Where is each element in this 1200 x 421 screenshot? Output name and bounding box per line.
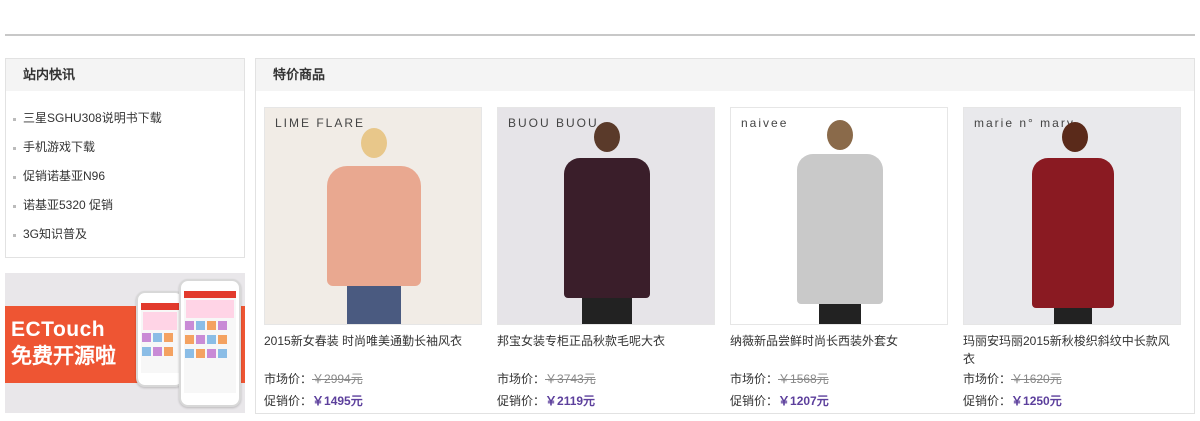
market-price: ￥1620元	[1011, 372, 1062, 386]
site-news-panel: 站内快讯 三星SGHU308说明书下载 手机游戏下载 促销诺基亚N96 诺基亚5…	[5, 58, 245, 258]
promo-subtitle: 免费开源啦	[11, 345, 116, 368]
promo-price-label: 促销价：	[730, 394, 779, 408]
special-products-panel: 特价商品 LIME FLARE 2015新女春装 时尚唯美通勤长袖风衣 市场价：…	[255, 58, 1195, 414]
special-products-title: 特价商品	[256, 59, 1194, 91]
product-name[interactable]: 纳薇新品尝鲜时尚长西装外套女	[730, 332, 948, 368]
product-name[interactable]: 邦宝女装专柜正品秋款毛呢大衣	[497, 332, 715, 368]
product-name[interactable]: 2015新女春装 时尚唯美通勤长袖风衣	[264, 332, 482, 368]
news-item[interactable]: 手机游戏下载	[6, 133, 244, 162]
product-card[interactable]: LIME FLARE 2015新女春装 时尚唯美通勤长袖风衣 市场价：￥2994…	[264, 107, 482, 412]
promo-price: ￥2119元	[545, 394, 596, 408]
product-image[interactable]: BUOU BUOU	[497, 107, 715, 325]
promo-title: ECTouch	[11, 318, 106, 341]
market-price-label: 市场价：	[264, 372, 313, 386]
product-image[interactable]: naivee	[730, 107, 948, 325]
news-item[interactable]: 三星SGHU308说明书下载	[6, 104, 244, 133]
market-price-label: 市场价：	[497, 372, 546, 386]
product-card[interactable]: marie n° mary 玛丽安玛丽2015新秋梭织斜纹中长款风衣 市场价：￥…	[963, 107, 1181, 412]
promo-price: ￥1250元	[1011, 394, 1062, 408]
news-item[interactable]: 促销诺基亚N96	[6, 162, 244, 191]
promo-price-label: 促销价：	[264, 394, 313, 408]
product-image[interactable]: LIME FLARE	[264, 107, 482, 325]
brand-logo: naivee	[741, 116, 789, 130]
promo-price-label: 促销价：	[497, 394, 546, 408]
promo-price: ￥1495元	[312, 394, 363, 408]
product-card[interactable]: BUOU BUOU 邦宝女装专柜正品秋款毛呢大衣 市场价：￥3743元 促销价：…	[497, 107, 715, 412]
garment	[564, 158, 650, 298]
market-price: ￥1568元	[778, 372, 829, 386]
brand-logo: marie n° mary	[974, 116, 1075, 130]
ectouch-promo-banner[interactable]: ECTouch 免费开源啦	[5, 273, 245, 413]
market-price: ￥3743元	[545, 372, 596, 386]
garment	[1032, 158, 1114, 308]
phone-illustration	[136, 291, 184, 387]
news-item[interactable]: 诺基亚5320 促销	[6, 191, 244, 220]
garment	[327, 166, 421, 286]
product-card[interactable]: naivee 纳薇新品尝鲜时尚长西装外套女 市场价：￥1568元 促销价：￥12…	[730, 107, 948, 412]
brand-logo: LIME FLARE	[275, 116, 366, 130]
market-price-label: 市场价：	[963, 372, 1012, 386]
site-news-list: 三星SGHU308说明书下载 手机游戏下载 促销诺基亚N96 诺基亚5320 促…	[6, 91, 244, 249]
top-divider	[5, 34, 1195, 36]
promo-price-label: 促销价：	[963, 394, 1012, 408]
product-name[interactable]: 玛丽安玛丽2015新秋梭织斜纹中长款风衣	[963, 332, 1181, 368]
market-price-label: 市场价：	[730, 372, 779, 386]
promo-price: ￥1207元	[778, 394, 829, 408]
news-item[interactable]: 3G知识普及	[6, 220, 244, 249]
market-price: ￥2994元	[312, 372, 363, 386]
site-news-title: 站内快讯	[6, 59, 244, 91]
brand-logo: BUOU BUOU	[508, 116, 599, 130]
garment	[797, 154, 883, 304]
phone-illustration	[179, 279, 241, 407]
product-image[interactable]: marie n° mary	[963, 107, 1181, 325]
